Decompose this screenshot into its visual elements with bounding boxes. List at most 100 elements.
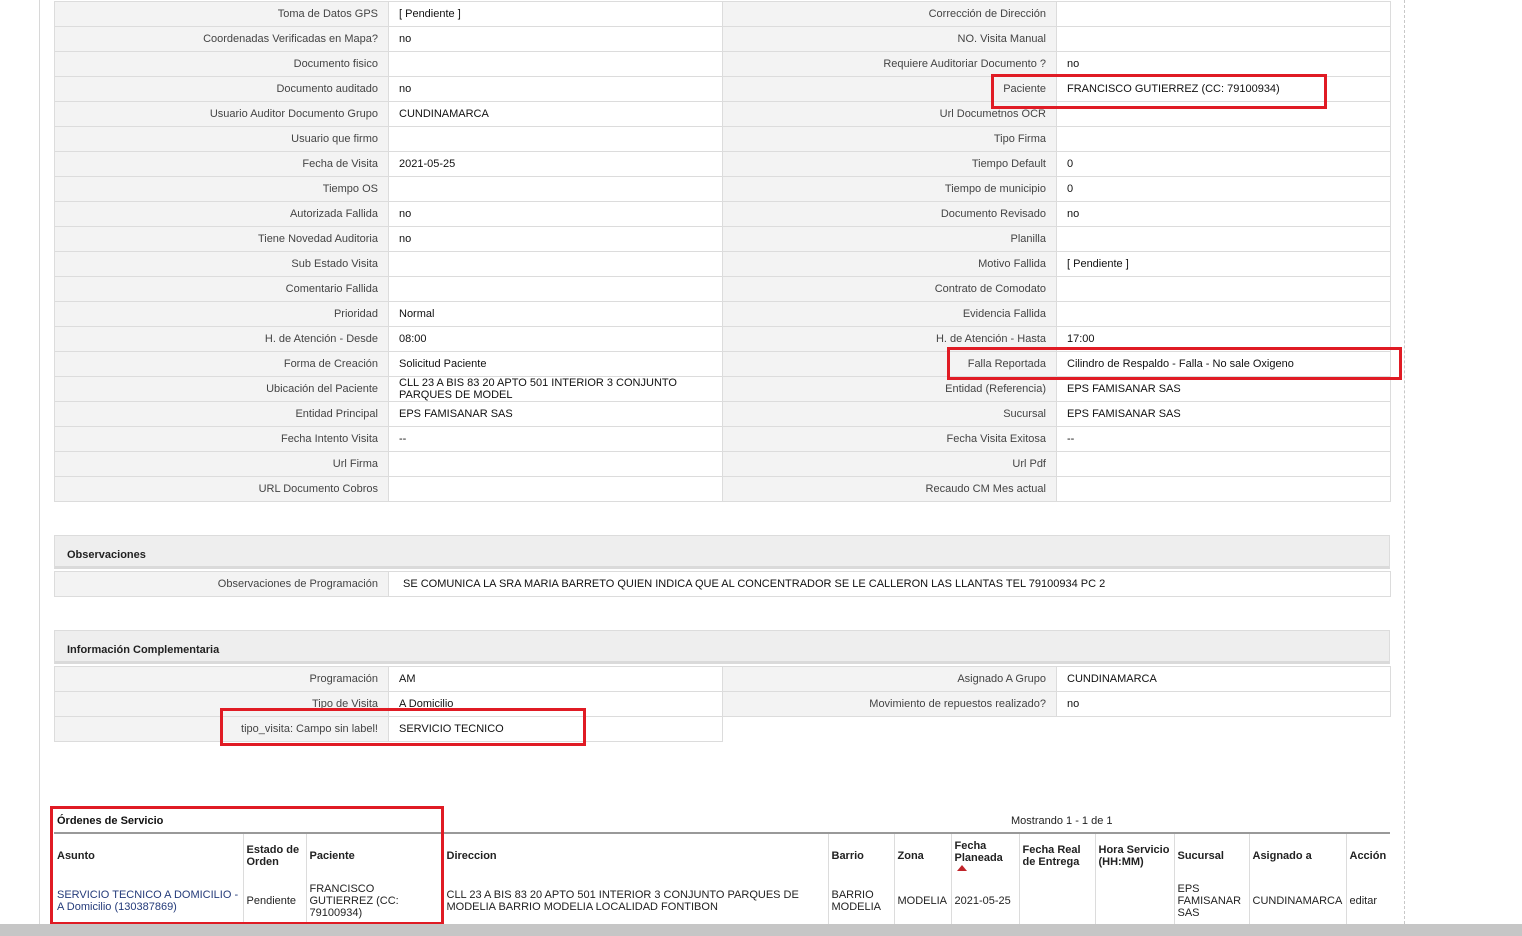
- detail-row: H. de Atención - Desde 08:00 H. de Atenció…: [54, 326, 1391, 352]
- order-asunto-link[interactable]: SERVICIO TECNICO A DOMICILIO - A Domicil…: [57, 889, 238, 913]
- field-value: CLL 23 A BIS 83 20 APTO 501 INTERIOR 3 C…: [388, 376, 723, 402]
- field-value: 0: [1056, 176, 1391, 202]
- horizontal-scrollbar[interactable]: [0, 924, 1522, 936]
- field-value: AM: [388, 666, 723, 692]
- field-value-text: CLL 23 A BIS 83 20 APTO 501 INTERIOR 3 C…: [399, 377, 677, 401]
- field-label: Url Pdf: [722, 451, 1057, 477]
- observaciones-row: Observaciones de Programación SE COMUNIC…: [54, 571, 1391, 597]
- col-header-accion: Acción: [1345, 832, 1390, 877]
- col-header-sucursal[interactable]: Sucursal: [1173, 832, 1249, 877]
- field-value: Solicitud Paciente: [388, 351, 723, 377]
- field-label: Motivo Fallida: [722, 251, 1057, 277]
- detail-row: Tiempo OS Tiempo de municipio 0: [54, 176, 1391, 202]
- field-label: Url Documetnos OCR: [722, 101, 1057, 127]
- field-value: [1056, 1, 1391, 27]
- field-value: [388, 176, 723, 202]
- col-header-direccion[interactable]: Direccion: [442, 832, 828, 877]
- col-header-fecha-real[interactable]: Fecha Real de Entrega: [1018, 832, 1095, 877]
- detail-row: Documento fisico Requiere Auditoriar Docu…: [54, 51, 1391, 77]
- field-value: SERVICIO TECNICO: [388, 716, 723, 742]
- field-label: Fecha Intento Visita: [54, 426, 389, 452]
- order-asignado: CUNDINAMARCA: [1248, 877, 1346, 925]
- detail-row: Documento auditado no Paciente FRANCISCO G…: [54, 76, 1391, 102]
- field-value: FRANCISCO GUTIERREZ (CC: 79100934): [1056, 76, 1391, 102]
- field-label: Entidad Principal: [54, 401, 389, 427]
- order-estado: Pendiente: [242, 877, 306, 925]
- field-value: EPS FAMISANAR SAS: [1056, 401, 1391, 427]
- detail-row: Fecha Intento Visita -- Fecha Visita Exit…: [54, 426, 1391, 452]
- field-label: Tiene Novedad Auditoria: [54, 226, 389, 252]
- field-value: 17:00: [1056, 326, 1391, 352]
- field-label: Autorizada Fallida: [54, 201, 389, 227]
- complementaria-table: Programación AM Asignado A Grupo CUNDINA…: [54, 666, 1391, 742]
- page-right-dashed-rule: [1404, 0, 1405, 924]
- complementaria-row: Programación AM Asignado A Grupo CUNDINA…: [54, 666, 1391, 692]
- detail-row: Autorizada Fallida no Documento Revisado …: [54, 201, 1391, 227]
- field-value: --: [1056, 426, 1391, 452]
- table-row: SERVICIO TECNICO A DOMICILIO - A Domicil…: [54, 877, 1390, 925]
- field-value: [1056, 301, 1391, 327]
- field-label: Documento Revisado: [722, 201, 1057, 227]
- field-value: no: [1056, 201, 1391, 227]
- detail-row: Tiene Novedad Auditoria no Planilla: [54, 226, 1391, 252]
- observaciones-header: Observaciones: [54, 535, 1390, 569]
- field-label: Contrato de Comodato: [722, 276, 1057, 302]
- field-label: Corrección de Dirección: [722, 1, 1057, 27]
- col-header-estado[interactable]: Estado de Orden: [242, 832, 306, 877]
- order-paciente: FRANCISCO GUTIERREZ (CC: 79100934): [305, 877, 443, 925]
- col-header-hora-servicio[interactable]: Hora Servicio (HH:MM): [1094, 832, 1174, 877]
- field-label: Fecha Visita Exitosa: [722, 426, 1057, 452]
- field-value: [1056, 226, 1391, 252]
- field-value: EPS FAMISANAR SAS: [1056, 376, 1391, 402]
- order-editar-link[interactable]: editar: [1345, 877, 1390, 925]
- detail-row: Forma de Creación Solicitud Paciente Falla…: [54, 351, 1391, 377]
- field-value: 08:00: [388, 326, 723, 352]
- field-value: [388, 476, 723, 502]
- field-label: NO. Visita Manual: [722, 26, 1057, 52]
- col-header-zona[interactable]: Zona: [893, 832, 951, 877]
- field-value: [1056, 126, 1391, 152]
- field-label: Programación: [54, 666, 389, 692]
- field-label: Fecha de Visita: [54, 151, 389, 177]
- field-label: Coordenadas Verificadas en Mapa?: [54, 26, 389, 52]
- detail-row: URL Documento Cobros Recaudo CM Mes actua…: [54, 476, 1391, 502]
- order-asunto[interactable]: SERVICIO TECNICO A DOMICILIO - A Domicil…: [54, 877, 243, 925]
- field-value: Cilindro de Respaldo - Falla - No sale O…: [1056, 351, 1391, 377]
- field-value: [388, 126, 723, 152]
- field-value: [ Pendiente ]: [1056, 251, 1391, 277]
- detail-row: Comentario Fallida Contrato de Comodato: [54, 276, 1391, 302]
- orders-pagination-text: Mostrando 1 - 1 de 1: [1011, 815, 1113, 827]
- field-label: Entidad (Referencia): [722, 376, 1057, 402]
- observaciones-table: Observaciones de Programación SE COMUNIC…: [54, 571, 1391, 597]
- order-zona: MODELIA: [893, 877, 951, 925]
- field-value: no: [1056, 691, 1391, 717]
- field-value: EPS FAMISANAR SAS: [388, 401, 723, 427]
- col-header-barrio[interactable]: Barrio: [827, 832, 894, 877]
- field-value: [1056, 451, 1391, 477]
- col-header-paciente[interactable]: Paciente: [305, 832, 443, 877]
- field-value: A Domicilio: [388, 691, 723, 717]
- detail-row: Fecha de Visita 2021-05-25 Tiempo Default…: [54, 151, 1391, 177]
- sort-ascending-icon[interactable]: [956, 865, 967, 871]
- col-header-asignado[interactable]: Asignado a: [1248, 832, 1346, 877]
- visit-details-table: Toma de Datos GPS[ Pendiente ] Corrección…: [54, 1, 1391, 502]
- field-value: no: [388, 76, 723, 102]
- order-fecha-real: [1018, 877, 1095, 925]
- complementaria-header: Información Complementaria: [54, 630, 1390, 664]
- detail-row: Coordenadas Verificadas en Mapa? no NO. V…: [54, 26, 1391, 52]
- field-value: no: [388, 201, 723, 227]
- field-value: [ Pendiente ]: [388, 1, 723, 27]
- field-label: Paciente: [722, 76, 1057, 102]
- field-label: Usuario Auditor Documento Grupo: [54, 101, 389, 127]
- orders-header-row: Asunto Estado de Orden Paciente Direccio…: [54, 832, 1390, 877]
- empty-cell: [723, 717, 1057, 742]
- col-header-asunto[interactable]: Asunto: [54, 832, 243, 877]
- order-hora-servicio: [1094, 877, 1174, 925]
- col-header-fecha-planeada[interactable]: Fecha Planeada: [950, 832, 1019, 877]
- field-label: Sub Estado Visita: [54, 251, 389, 277]
- field-label: Ubicación del Paciente: [54, 376, 389, 402]
- detail-row: Ubicación del Paciente CLL 23 A BIS 83 20…: [54, 376, 1391, 402]
- field-label: Falla Reportada: [722, 351, 1057, 377]
- observaciones-label: Observaciones de Programación: [54, 571, 389, 597]
- order-direccion: CLL 23 A BIS 83 20 APTO 501 INTERIOR 3 C…: [442, 877, 828, 925]
